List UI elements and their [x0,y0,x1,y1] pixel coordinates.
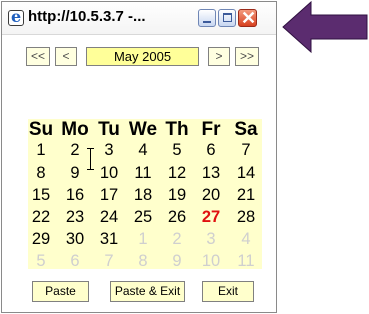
weekday-header: Th [165,119,189,140]
maximize-icon [223,13,232,22]
calendar-day[interactable]: 6 [196,140,226,160]
calendar-day-today[interactable]: 27 [196,207,226,227]
calendar-day[interactable]: 11 [128,163,158,183]
calendar-day[interactable]: 7 [94,251,124,271]
calendar-day[interactable]: 3 [94,140,124,160]
calendar-day[interactable]: 8 [128,251,158,271]
window-title: http://10.5.3.7 -... [28,8,146,25]
calendar-day[interactable]: 28 [231,207,261,227]
prev-month-button[interactable]: < [55,47,77,66]
calendar-day[interactable]: 17 [94,185,124,205]
weekday-header: Tu [98,119,120,140]
calendar-day[interactable]: 22 [26,207,56,227]
close-button[interactable]: ✕ [238,8,257,28]
weekday-header: Fr [201,119,221,140]
calendar-day[interactable]: 31 [94,229,124,249]
calendar-day[interactable]: 1 [26,140,56,160]
ie-icon: e [8,8,24,26]
calendar-day[interactable]: 3 [196,229,226,249]
calendar-day[interactable]: 23 [60,207,90,227]
month-navigation: << < May 2005 > >> [2,47,276,67]
prev-year-button[interactable]: << [26,47,50,66]
action-bar: Paste Paste & Exit Exit [2,281,276,303]
calendar-day[interactable]: 4 [128,140,158,160]
calendar-day[interactable]: 5 [162,140,192,160]
calendar-day[interactable]: 11 [231,251,261,271]
title-bar[interactable]: e http://10.5.3.7 -... ✕ [2,2,276,35]
calendar-day[interactable]: 10 [196,251,226,271]
calendar-day[interactable]: 25 [128,207,158,227]
calendar-day[interactable]: 12 [162,163,192,183]
calendar-day[interactable]: 10 [94,163,124,183]
calendar-day[interactable]: 18 [128,185,158,205]
calendar-day[interactable]: 19 [162,185,192,205]
calendar-day[interactable]: 16 [60,185,90,205]
text-cursor-icon [86,146,96,172]
calendar-day[interactable]: 30 [60,229,90,249]
calendar-day[interactable]: 8 [26,163,56,183]
next-year-button[interactable]: >> [235,47,259,66]
calendar-day[interactable]: 21 [231,185,261,205]
weekday-header: Mo [61,119,89,140]
calendar-day[interactable]: 6 [60,251,90,271]
weekday-header: Su [28,119,54,140]
calendar-day[interactable]: 14 [231,163,261,183]
calendar-popup-window: e http://10.5.3.7 -... ✕ << < May 2005 >… [1,1,277,313]
next-month-button[interactable]: > [208,47,230,66]
calendar-day[interactable]: 4 [231,229,261,249]
paste-button[interactable]: Paste [32,281,89,302]
calendar-day[interactable]: 5 [26,251,56,271]
left-arrow-icon [282,0,368,54]
calendar-day[interactable]: 7 [231,140,261,160]
maximize-button[interactable] [218,9,236,27]
calendar-grid: Su Mo Tu We Th Fr Sa 1 2 3 4 5 6 7 8 9 10 11 12 13 14 15 16 17 1… [26,119,262,271]
calendar-day[interactable]: 9 [162,251,192,271]
calendar-day[interactable]: 15 [26,185,56,205]
weekday-header: Sa [234,119,258,140]
calendar-day[interactable]: 2 [162,229,192,249]
calendar-day[interactable]: 24 [94,207,124,227]
month-label: May 2005 [86,47,199,66]
calendar-day[interactable]: 20 [196,185,226,205]
exit-button[interactable]: Exit [202,281,254,302]
minimize-icon [203,21,211,23]
calendar-day[interactable]: 1 [128,229,158,249]
paste-and-exit-button[interactable]: Paste & Exit [110,281,185,302]
calendar-day[interactable]: 13 [196,163,226,183]
calendar-day[interactable]: 26 [162,207,192,227]
calendar-day[interactable]: 29 [26,229,56,249]
close-icon: ✕ [241,8,257,28]
weekday-header: We [128,119,158,140]
minimize-button[interactable] [198,9,216,27]
